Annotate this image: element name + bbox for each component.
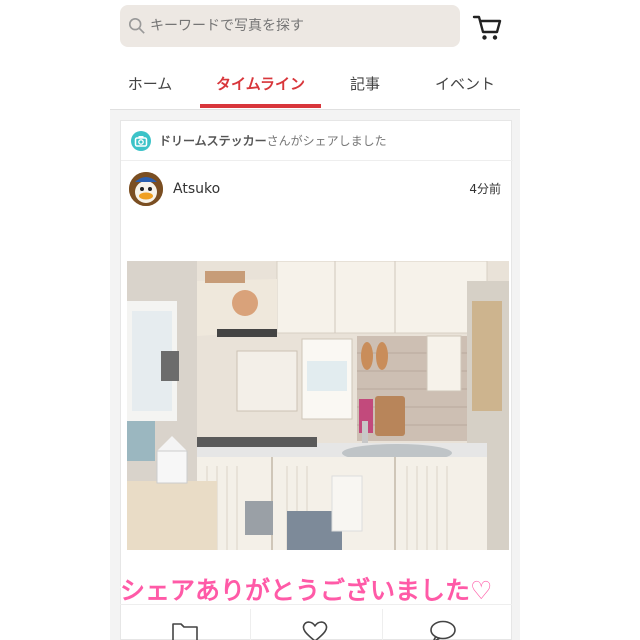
post-card: ドリームステッカー さんがシェアしました Atsuko 4分前 (120, 120, 513, 640)
tab-articles[interactable]: 記事 (330, 58, 400, 108)
camera-icon (131, 130, 151, 151)
tab-events[interactable]: イベント (410, 58, 520, 108)
tab-home[interactable]: ホーム (110, 58, 190, 108)
divider (382, 609, 383, 640)
post-time: 4分前 (469, 182, 501, 196)
divider (250, 609, 251, 640)
search-icon (128, 17, 145, 34)
comment-icon[interactable] (428, 619, 458, 640)
search-bar[interactable] (120, 5, 460, 47)
caption-text: シェアありがとうございました♡ (120, 576, 493, 605)
share-source-name[interactable]: ドリームステッカー (159, 132, 267, 149)
active-tab-indicator (200, 104, 321, 108)
tab-bar: ホーム タイムライン 記事 イベント (110, 58, 520, 110)
folder-icon[interactable] (170, 619, 200, 640)
search-input[interactable] (150, 18, 440, 34)
share-row: ドリームステッカー さんがシェアしました (121, 121, 513, 161)
share-suffix: さんがシェアしました (266, 134, 387, 148)
cart-icon[interactable] (472, 12, 502, 42)
avatar[interactable] (129, 172, 163, 206)
action-bar (120, 604, 512, 640)
username[interactable]: Atsuko (173, 181, 220, 197)
post-photo[interactable] (127, 261, 509, 550)
user-row: Atsuko 4分前 (121, 161, 513, 217)
heart-icon[interactable] (300, 619, 330, 640)
tab-timeline[interactable]: タイムライン (200, 58, 321, 108)
